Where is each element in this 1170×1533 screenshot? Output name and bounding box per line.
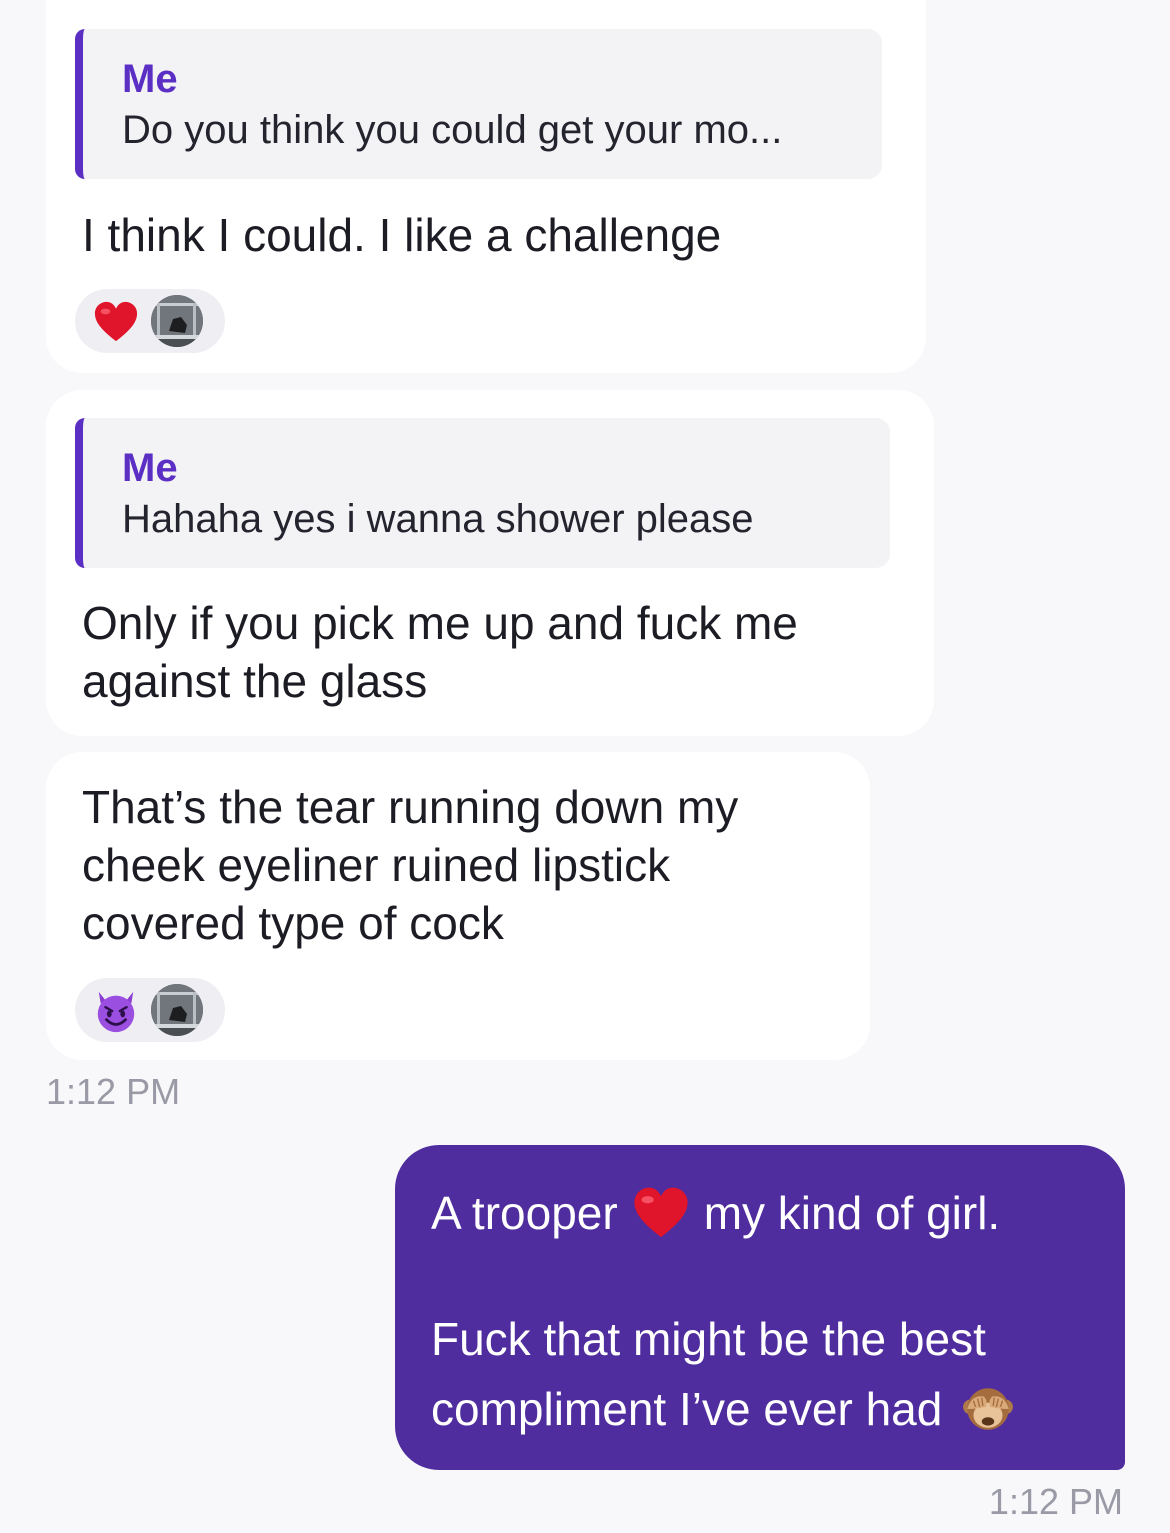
message-text-line: covered type of cock (82, 897, 504, 949)
smiling-devil-icon (97, 991, 135, 1033)
message-text-line: against the glass (82, 655, 428, 707)
message-timestamp: 1:12 PM (46, 1071, 181, 1112)
message-text: I think I could. I like a challenge (82, 209, 722, 261)
quote-text: Do you think you could get your mo... (122, 108, 783, 152)
incoming-message-1[interactable]: Me Do you think you could get your mo...… (46, 0, 926, 373)
incoming-message-3[interactable]: That’s the tear running down my cheek ey… (46, 752, 870, 1060)
reactions-pill[interactable] (75, 978, 225, 1042)
message-text-line: A trooper my kind of girl. (431, 1183, 1000, 1244)
message-text-line: Only if you pick me up and fuck me (82, 597, 798, 649)
incoming-message-2[interactable]: Me Hahaha yes i wanna shower please Only… (46, 390, 934, 736)
avatar (151, 984, 203, 1036)
reply-quote[interactable]: Me Do you think you could get your mo... (75, 29, 882, 179)
message-text: A trooper (431, 1187, 618, 1239)
message-timestamp: 1:12 PM (988, 1481, 1123, 1522)
quote-author: Me (122, 57, 178, 101)
message-text-line: That’s the tear running down my (82, 781, 739, 833)
reply-quote[interactable]: Me Hahaha yes i wanna shower please (75, 418, 890, 568)
heart-icon (94, 301, 138, 342)
outgoing-message[interactable]: A trooper my kind of girl. Fuck that mig… (395, 1145, 1125, 1470)
quote-author: Me (122, 446, 178, 490)
message-text-line: Fuck that might be the best (431, 1313, 986, 1365)
message-text-line: cheek eyeliner ruined lipstick (82, 839, 671, 891)
message-text-line: compliment I’ve ever had (431, 1379, 1030, 1440)
avatar (151, 295, 203, 347)
reactions-pill[interactable] (75, 289, 225, 353)
heart-icon (634, 1187, 688, 1238)
see-no-evil-monkey-icon (963, 1388, 1014, 1430)
message-text: compliment I’ve ever had (431, 1383, 943, 1435)
quote-text: Hahaha yes i wanna shower please (122, 497, 754, 541)
message-text: my kind of girl. (703, 1187, 1001, 1239)
